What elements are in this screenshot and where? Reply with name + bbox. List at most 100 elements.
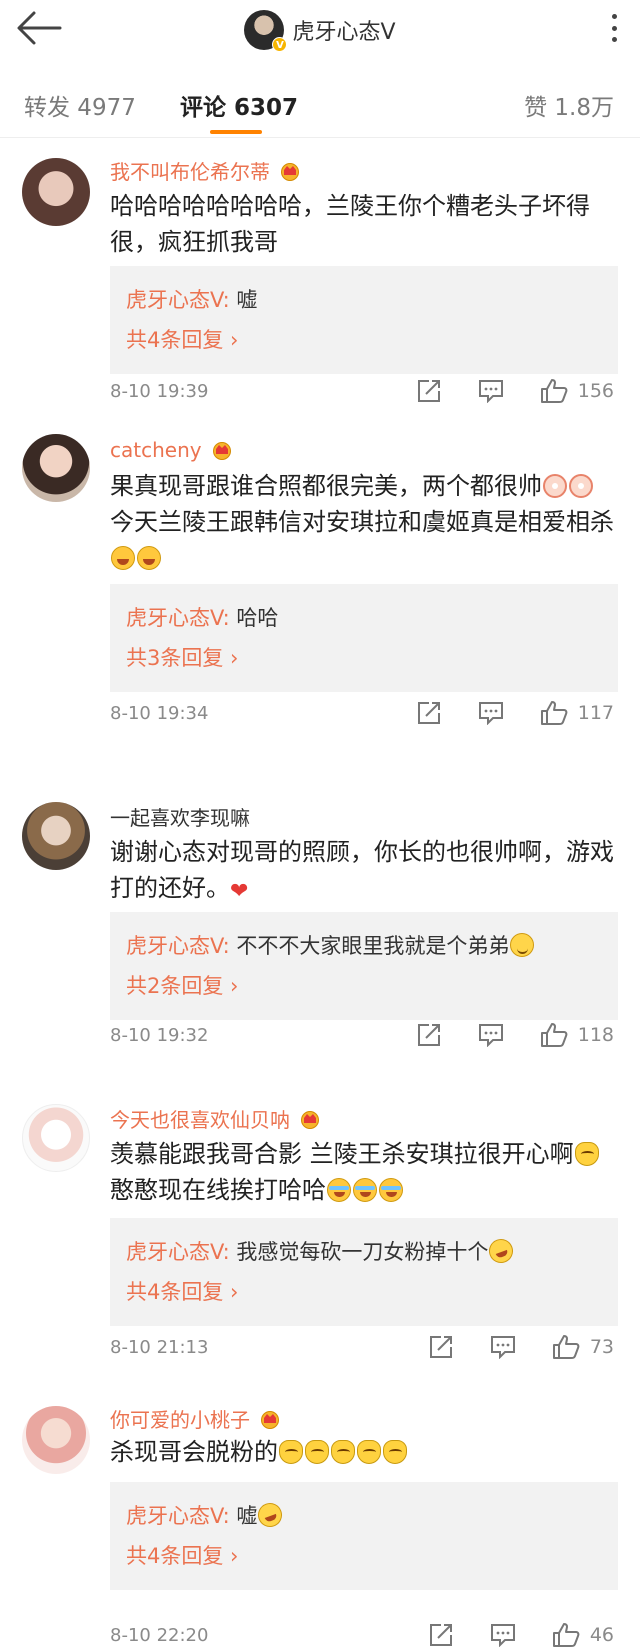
like-count: 118 <box>577 1024 614 1046</box>
tab-comments[interactable]: 评论 6307 <box>180 88 298 122</box>
emoji-icon <box>357 1440 381 1464</box>
view-replies-link[interactable]: 共4条回复 › <box>126 1536 602 1576</box>
view-replies-link[interactable]: 共2条回复 › <box>126 966 602 1006</box>
username-text: 你可爱的小桃子 <box>110 1408 250 1432</box>
view-replies-link[interactable]: 共4条回复 › <box>126 320 602 360</box>
comment-text: 哈哈哈哈哈哈哈哈，兰陵王你个糟老头子坏得很，疯狂抓我哥 <box>110 188 614 260</box>
comment-button[interactable] <box>490 1623 516 1647</box>
comment-actions: 118 <box>380 1020 614 1050</box>
comment-meta: 8-10 19:32 118 <box>110 1020 614 1050</box>
like-button[interactable]: 73 <box>552 1334 614 1360</box>
comment-time: 8-10 19:34 <box>110 702 209 724</box>
comment-icon <box>478 702 503 725</box>
comment-icon <box>490 1336 515 1359</box>
share-button[interactable] <box>428 1622 454 1648</box>
share-icon <box>417 380 440 402</box>
like-button[interactable]: 46 <box>552 1622 614 1648</box>
share-icon <box>429 1336 452 1358</box>
thumbs-up-icon <box>540 1023 568 1047</box>
share-button[interactable] <box>416 700 442 726</box>
verified-badge: V <box>272 37 288 52</box>
comment-time: 8-10 19:32 <box>110 1024 209 1046</box>
avatar[interactable] <box>22 158 90 226</box>
reply-text: 嘘 <box>229 1504 258 1528</box>
comment-username[interactable]: 你可爱的小桃子 <box>110 1404 282 1433</box>
page-title: 虎牙心态V <box>292 20 396 45</box>
like-count: 117 <box>577 702 614 724</box>
reply-line: 虎牙心态V: 嘘 <box>126 1496 602 1536</box>
comment-text-body: 哈哈哈哈哈哈哈哈，兰陵王你个糟老头子坏得很，疯狂抓我哥 <box>110 192 590 256</box>
comment-text: 羡慕能跟我哥合影 兰陵王杀安琪拉很开心啊 憨憨现在线挨打哈哈 <box>110 1136 614 1208</box>
comment-button[interactable] <box>490 1335 516 1359</box>
tab-likes[interactable]: 赞 1.8万 <box>524 88 614 122</box>
view-replies-link[interactable]: 共4条回复 › <box>126 1272 602 1312</box>
emoji-icon <box>353 1178 377 1202</box>
avatar[interactable] <box>22 1406 90 1474</box>
comment-username[interactable]: 今天也很喜欢仙贝呐 <box>110 1104 322 1133</box>
comment-icon <box>490 1624 515 1647</box>
reply-author[interactable]: 虎牙心态V: <box>126 1240 230 1264</box>
reply-preview[interactable]: 虎牙心态V: 嘘 共4条回复 › <box>110 266 618 374</box>
account-avatar[interactable]: V <box>244 10 288 52</box>
comment-text-body: 杀现哥会脱粉的 <box>110 1438 278 1466</box>
thumbs-up-icon <box>540 379 568 403</box>
reply-author[interactable]: 虎牙心态V: <box>126 934 230 958</box>
reply-preview[interactable]: 虎牙心态V: 不不不大家眼里我就是个弟弟 共2条回复 › <box>110 912 618 1020</box>
emoji-icon <box>327 1178 351 1202</box>
crown-icon <box>278 161 302 181</box>
like-count: 73 <box>589 1336 614 1358</box>
reply-preview[interactable]: 虎牙心态V: 哈哈 共3条回复 › <box>110 584 618 692</box>
emoji-icon <box>137 546 161 570</box>
share-button[interactable] <box>416 378 442 404</box>
comment-text-body: 果真现哥跟谁合照都很完美，两个都很帅 <box>110 472 542 500</box>
more-vertical-icon[interactable] <box>610 14 618 42</box>
share-button[interactable] <box>416 1022 442 1048</box>
title-area: V 虎牙心态V <box>0 10 640 52</box>
comment-username[interactable]: 一起喜欢李现嘛 <box>110 802 250 831</box>
avatar[interactable] <box>22 802 90 870</box>
like-count: 156 <box>577 380 614 402</box>
emoji-icon <box>569 474 593 498</box>
comment-text-body: 羡慕能跟我哥合影 兰陵王杀安琪拉很开心啊 <box>110 1140 574 1168</box>
thumbs-up-icon <box>552 1335 580 1359</box>
emoji-icon <box>279 1440 303 1464</box>
comment-text-body: 今天兰陵王跟韩信对安琪拉和虞姬真是相爱相杀 <box>110 508 614 536</box>
reply-line: 虎牙心态V: 不不不大家眼里我就是个弟弟 <box>126 926 602 966</box>
tab-repost[interactable]: 转发 4977 <box>24 88 136 122</box>
comment-icon <box>478 380 503 403</box>
avatar[interactable] <box>22 434 90 502</box>
comment-actions: 73 <box>392 1332 614 1362</box>
avatar[interactable] <box>22 1104 90 1172</box>
comment-actions: 156 <box>380 376 614 406</box>
comment-button[interactable] <box>478 1023 504 1047</box>
tab-bar: 转发 4977 评论 6307 赞 1.8万 <box>0 66 640 138</box>
like-button[interactable]: 118 <box>540 1022 614 1048</box>
username-text: 我不叫布伦希尔蒂 <box>110 160 270 184</box>
comment-actions: 117 <box>380 698 614 728</box>
like-button[interactable]: 117 <box>540 700 614 726</box>
emoji-icon <box>574 1142 599 1166</box>
view-replies-link[interactable]: 共3条回复 › <box>126 638 602 678</box>
comment-actions: 46 <box>392 1620 614 1650</box>
emoji-icon <box>305 1440 329 1464</box>
share-icon <box>417 702 440 724</box>
reply-author[interactable]: 虎牙心态V: <box>126 1504 230 1528</box>
comment-button[interactable] <box>478 379 504 403</box>
emoji-icon <box>486 1235 517 1267</box>
comment-username[interactable]: 我不叫布伦希尔蒂 <box>110 156 302 185</box>
reply-author[interactable]: 虎牙心态V: <box>126 288 230 312</box>
like-button[interactable]: 156 <box>540 378 614 404</box>
comment-username[interactable]: catcheny <box>110 438 234 462</box>
reply-preview[interactable]: 虎牙心态V: 嘘 共4条回复 › <box>110 1482 618 1590</box>
thumbs-up-icon <box>540 701 568 725</box>
comment-text: 果真现哥跟谁合照都很完美，两个都很帅今天兰陵王跟韩信对安琪拉和虞姬真是相爱相杀 <box>110 468 614 576</box>
comment-text: 谢谢心态对现哥的照顾，你长的也很帅啊，游戏打的还好。❤ <box>110 834 614 910</box>
reply-author[interactable]: 虎牙心态V: <box>126 606 230 630</box>
share-button[interactable] <box>428 1334 454 1360</box>
comment-button[interactable] <box>478 701 504 725</box>
comment-icon <box>478 1024 503 1047</box>
active-tab-indicator <box>210 130 262 134</box>
reply-preview[interactable]: 虎牙心态V: 我感觉每砍一刀女粉掉十个 共4条回复 › <box>110 1218 618 1326</box>
reply-text: 不不不大家眼里我就是个弟弟 <box>229 934 510 958</box>
comment-time: 8-10 22:20 <box>110 1624 209 1646</box>
